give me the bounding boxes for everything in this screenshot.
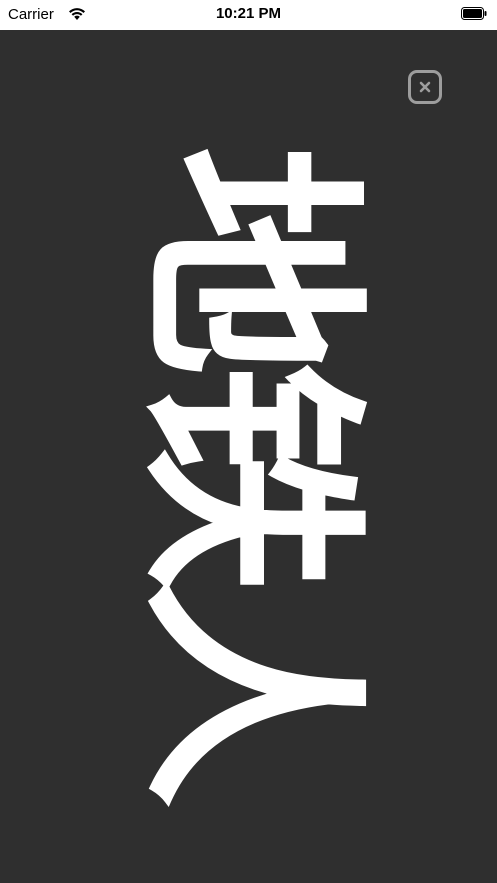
rotated-display-text: 地铁人 (115, 145, 382, 795)
close-icon (419, 81, 431, 93)
close-button[interactable] (408, 70, 442, 104)
status-bar: Carrier 10:21 PM (0, 0, 497, 30)
battery-icon (461, 7, 487, 20)
fullscreen-text-display: 地铁人 (0, 30, 497, 883)
status-time: 10:21 PM (215, 5, 282, 22)
